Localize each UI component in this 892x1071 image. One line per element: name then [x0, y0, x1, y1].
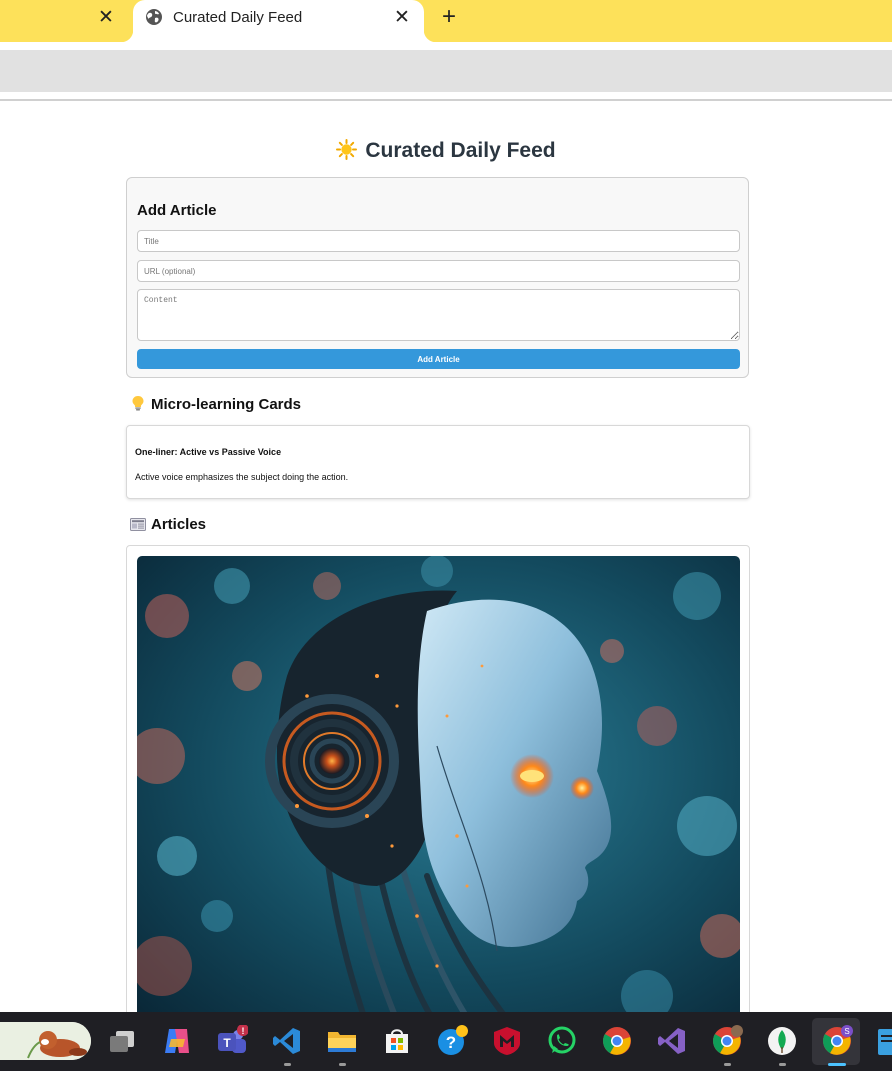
taskbar: T ! ? S	[0, 1012, 892, 1071]
micro-card-text: Active voice emphasizes the subject doin…	[135, 472, 349, 482]
toolbar-divider	[0, 99, 892, 101]
microsoft-store-icon[interactable]	[381, 1025, 413, 1057]
chrome-active-icon[interactable]: S	[821, 1025, 853, 1057]
mongodb-compass-icon[interactable]	[766, 1025, 798, 1057]
chrome-active-indicator	[828, 1063, 846, 1066]
micro-learning-heading-text: Micro-learning Cards	[151, 396, 302, 413]
content-textarea[interactable]	[137, 289, 740, 341]
mongodb-running-indicator	[779, 1063, 786, 1066]
browser-toolbar	[0, 50, 892, 92]
page-title: Curated Daily Feed	[0, 139, 892, 163]
newspaper-icon	[130, 518, 146, 531]
task-view-icon[interactable]	[106, 1025, 138, 1057]
svg-text:S: S	[844, 1027, 849, 1036]
articles-heading: Articles	[130, 516, 206, 533]
explorer-running-indicator	[339, 1063, 346, 1066]
title-input[interactable]	[137, 230, 740, 252]
svg-text:T: T	[223, 1036, 231, 1050]
article-card	[126, 545, 750, 1026]
taskbar-search-widget[interactable]	[0, 1022, 91, 1060]
copilot-icon[interactable]	[161, 1025, 193, 1057]
page-title-text: Curated Daily Feed	[365, 139, 556, 162]
visual-studio-icon[interactable]	[656, 1025, 688, 1057]
tab-strip: ✕ Curated Daily Feed ✕ +	[0, 0, 892, 42]
chrome-icon[interactable]	[601, 1025, 633, 1057]
chrome-profile-icon[interactable]	[711, 1025, 743, 1057]
micro-card-title: One-liner: Active vs Passive Voice	[135, 447, 282, 457]
vscode-icon[interactable]	[271, 1025, 303, 1057]
robot-head-image	[137, 556, 740, 1026]
add-article-form: Add Article Add Article	[126, 177, 749, 378]
article-image	[137, 556, 740, 1026]
red-panda-icon	[0, 1022, 91, 1060]
sun-icon	[336, 139, 358, 160]
micro-learning-card: One-liner: Active vs Passive Voice Activ…	[126, 425, 750, 499]
mcafee-icon[interactable]	[491, 1025, 523, 1057]
svg-text:!: !	[242, 1026, 245, 1036]
chrome-profile-running-indicator	[724, 1063, 731, 1066]
tab-close-icon[interactable]: ✕	[392, 6, 412, 28]
get-help-icon[interactable]: ?	[436, 1025, 468, 1057]
new-tab-button[interactable]: +	[438, 4, 460, 30]
teams-icon[interactable]: T !	[216, 1025, 248, 1057]
vscode-running-indicator	[284, 1063, 291, 1066]
svg-text:?: ?	[446, 1033, 456, 1052]
tab-title: Curated Daily Feed	[173, 9, 303, 26]
add-article-heading: Add Article	[137, 202, 217, 219]
globe-icon	[146, 9, 162, 25]
url-input[interactable]	[137, 260, 740, 282]
articles-heading-text: Articles	[151, 516, 207, 533]
file-explorer-icon[interactable]	[326, 1025, 358, 1057]
whatsapp-icon[interactable]	[546, 1025, 578, 1057]
lightbulb-icon	[132, 396, 144, 411]
active-tab[interactable]: Curated Daily Feed ✕	[133, 0, 424, 42]
add-article-button[interactable]: Add Article	[137, 349, 740, 369]
notepad-icon[interactable]	[876, 1025, 892, 1057]
previous-tab-close-icon[interactable]: ✕	[96, 6, 116, 28]
micro-learning-heading: Micro-learning Cards	[130, 395, 301, 413]
